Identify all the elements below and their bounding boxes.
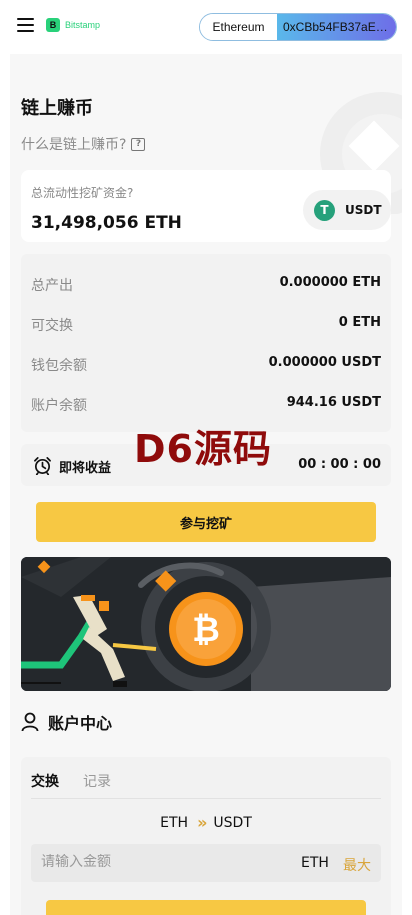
stat-row: 可交换 0 ETH bbox=[21, 315, 391, 335]
what-is-link[interactable]: 什么是链上赚币? ? bbox=[21, 134, 146, 154]
pool-value: 31,498,056 ETH bbox=[31, 213, 182, 233]
page-title: 链上赚币 bbox=[21, 98, 93, 119]
stat-row: 钱包余额 0.000000 USDT bbox=[21, 355, 391, 375]
section-title: 账户中心 bbox=[48, 714, 113, 733]
stat-value: 0.000000 ETH bbox=[279, 275, 381, 290]
from-token: ETH bbox=[160, 814, 189, 831]
stat-value: 944.16 USDT bbox=[286, 395, 381, 410]
brand-logo[interactable]: B Bitstamp bbox=[46, 18, 100, 32]
brand-name: Bitstamp bbox=[65, 20, 101, 30]
brand-mark-icon: B bbox=[46, 18, 60, 32]
tab-exchange[interactable]: 交换 bbox=[31, 771, 59, 791]
stat-value: 0.000000 USDT bbox=[268, 355, 381, 370]
max-button[interactable]: 最大 bbox=[343, 855, 371, 875]
stat-label: 钱包余额 bbox=[31, 358, 87, 374]
question-icon[interactable]: ? bbox=[131, 137, 146, 151]
amount-unit: ETH bbox=[301, 855, 329, 871]
double-chevron-right-icon: » bbox=[197, 813, 207, 832]
swap-button[interactable]: 交换 bbox=[46, 900, 366, 915]
network-label[interactable]: Ethereum bbox=[200, 14, 277, 40]
timer-label: 即将收益 bbox=[59, 461, 112, 476]
swap-card: 交换 记录 ETH » USDT ETH 最大 交换 bbox=[21, 757, 391, 915]
what-is-label[interactable]: 什么是链上赚币? bbox=[21, 134, 126, 154]
wallet-connect-button[interactable]: Ethereum 0xCBb54FB37aE… bbox=[199, 13, 397, 41]
countdown-value: 00 : 00 : 00 bbox=[298, 457, 381, 472]
stat-value: 0 ETH bbox=[338, 315, 381, 330]
stat-row: 总产出 0.000000 ETH bbox=[21, 275, 391, 295]
hamburger-menu-icon[interactable] bbox=[17, 18, 34, 32]
swap-pair: ETH » USDT bbox=[21, 813, 391, 832]
token-selector[interactable]: T USDT bbox=[303, 190, 391, 230]
main-content: 链上赚币 什么是链上赚币? ? 总流动性挖矿资金? 31,498,056 ETH… bbox=[10, 54, 402, 915]
wallet-address[interactable]: 0xCBb54FB37aE… bbox=[277, 14, 396, 40]
to-token: USDT bbox=[213, 814, 252, 831]
alarm-clock-icon bbox=[34, 457, 51, 475]
tab-divider bbox=[31, 798, 381, 799]
liquidity-pool-card: 总流动性挖矿资金? 31,498,056 ETH T USDT bbox=[21, 170, 391, 242]
stat-label: 总产出 bbox=[31, 278, 73, 294]
bitcoin-symbol: ₿ bbox=[192, 610, 220, 650]
stat-label: 账户余额 bbox=[31, 398, 87, 414]
amount-field[interactable]: ETH 最大 bbox=[31, 844, 381, 882]
watermark: D6源码 bbox=[134, 427, 272, 471]
account-center-header: 账户中心 bbox=[21, 710, 112, 734]
app-header: B Bitstamp Ethereum 0xCBb54FB37aE… bbox=[0, 0, 412, 54]
mining-banner-image: ₿ bbox=[21, 557, 391, 691]
pool-label: 总流动性挖矿资金? bbox=[31, 186, 134, 200]
tab-records[interactable]: 记录 bbox=[83, 771, 111, 791]
stat-label: 可交换 bbox=[31, 318, 73, 334]
amount-input[interactable] bbox=[41, 854, 261, 870]
stat-row: 账户余额 944.16 USDT bbox=[21, 395, 391, 415]
tether-icon: T bbox=[314, 199, 335, 221]
user-icon bbox=[21, 712, 39, 732]
stats-card: 总产出 0.000000 ETH 可交换 0 ETH 钱包余额 0.000000… bbox=[21, 254, 391, 432]
token-label: USDT bbox=[345, 203, 382, 217]
join-mining-button[interactable]: 参与挖矿 bbox=[36, 502, 376, 542]
